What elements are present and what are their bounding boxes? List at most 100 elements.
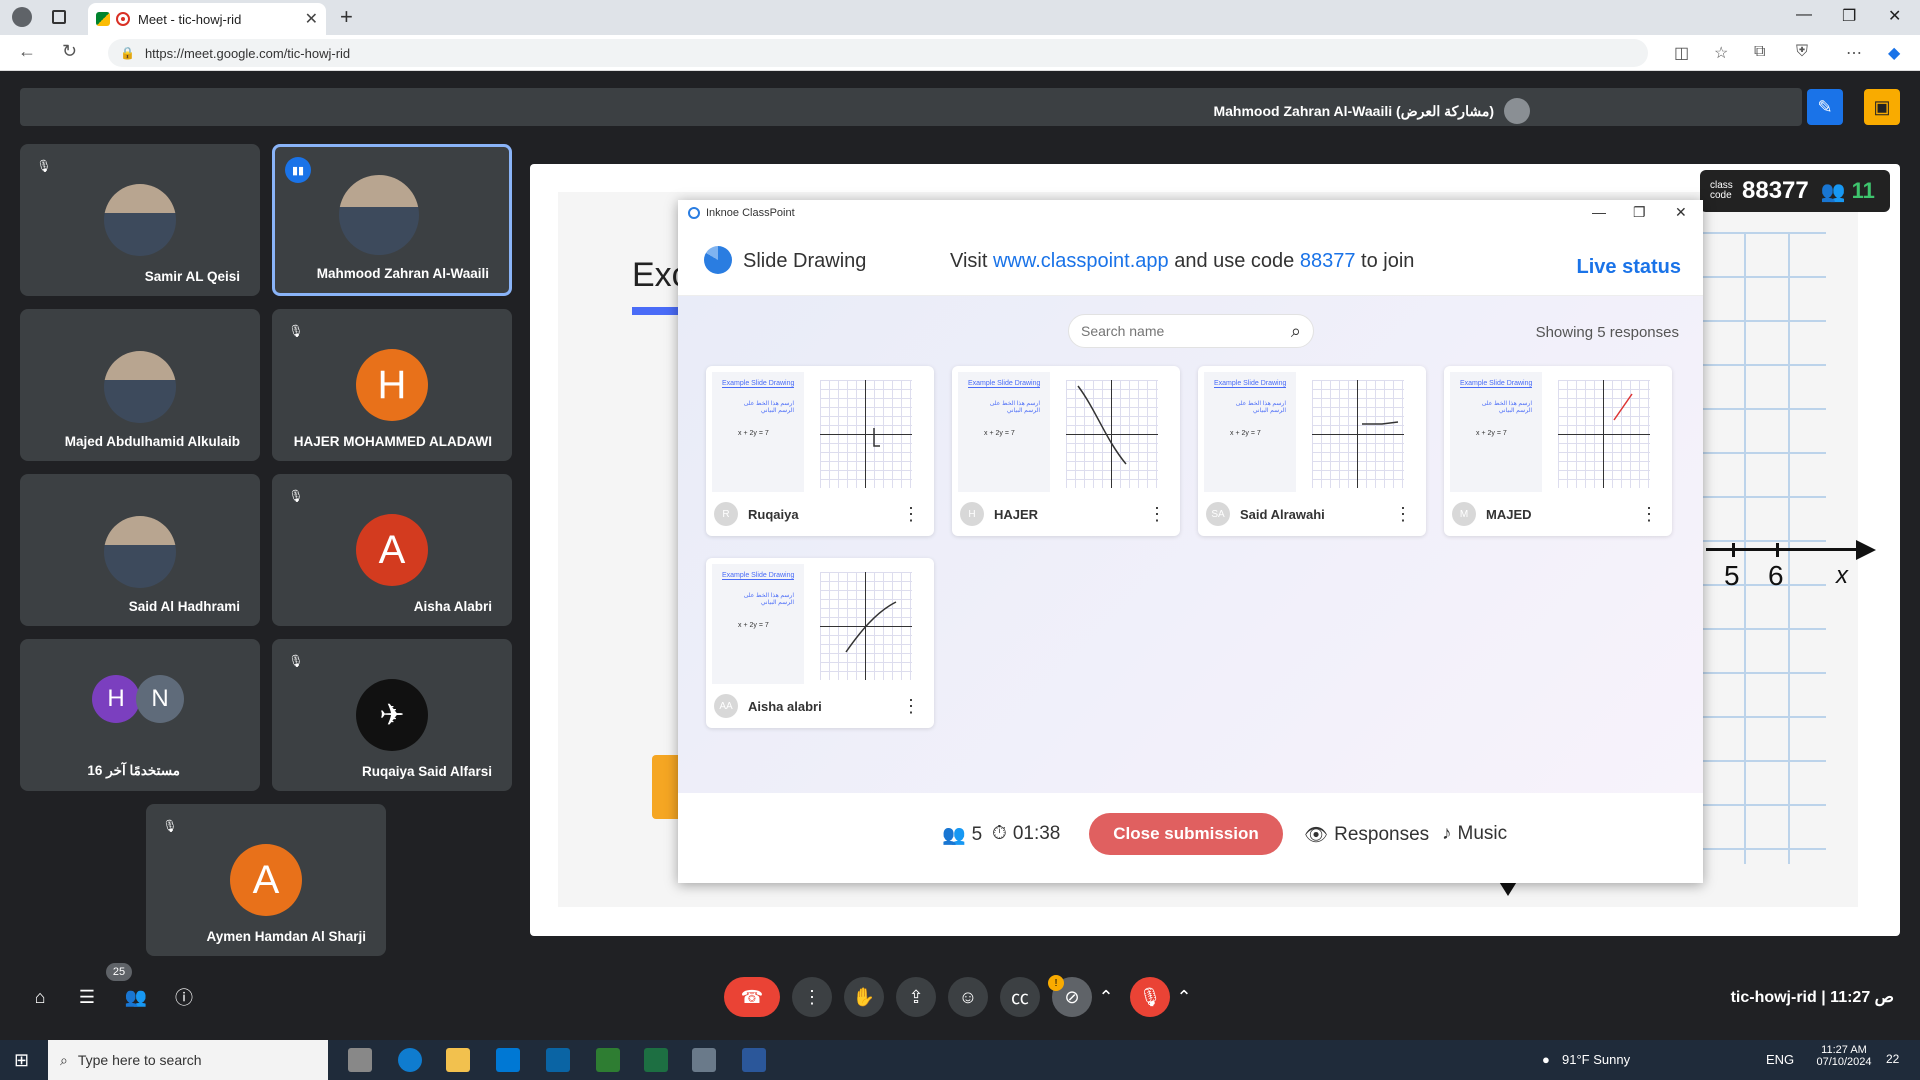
clock-time: 11:27 AM [1821,1044,1867,1056]
responses-area: ⌕ Showing 5 responses Example Slide Draw… [678,296,1703,793]
language-indicator[interactable]: ENG [1766,1052,1794,1067]
drawing-thumbnail[interactable]: Example Slide Drawing ارسم هذا الخط على … [958,372,1174,492]
close-tab-icon[interactable]: ✕ [305,9,318,29]
response-card[interactable]: Example Slide Drawing ارسم هذا الخط على … [1198,366,1426,536]
favorites-icon[interactable]: ☆ [1714,43,1728,63]
stop-presenting-button[interactable]: ▣ [1864,89,1900,125]
classpoint-header: Slide Drawing Visit www.classpoint.app a… [678,226,1703,296]
raise-hand-icon[interactable]: ✋ [844,977,884,1017]
participant-name: Samir AL Qeisi [144,269,240,284]
clock[interactable]: 11:27 AM 07/10/2024 [1812,1044,1876,1068]
drawing-thumbnail[interactable]: Example Slide Drawing ارسم هذا الخط على … [712,564,928,684]
new-tab-button[interactable]: + [340,4,353,30]
split-screen-icon[interactable]: ◫ [1674,43,1689,63]
close-submission-button[interactable]: Close submission [1089,813,1283,855]
drawing-thumbnail[interactable]: Example Slide Drawing ارسم هذا الخط على … [1204,372,1420,492]
response-card[interactable]: Example Slide Drawing ارسم هذا الخط على … [952,366,1180,536]
taskbar-search[interactable]: ⌕ Type here to search [48,1040,328,1080]
close-button[interactable]: ✕ [1675,204,1687,221]
avatar: A [356,514,428,586]
music-toggle[interactable]: ♪ Music [1442,823,1507,845]
participant-tile[interactable]: 🎙 A Aisha Alabri [272,474,512,626]
drawing-thumbnail[interactable]: Example Slide Drawing ارسم هذا الخط على … [1450,372,1666,492]
thumb-instruction: ارسم هذا الخط على الرسم البياني [1235,401,1286,414]
refresh-icon[interactable]: ↻ [62,41,77,62]
join-instructions: Visit www.classpoint.app and use code 88… [950,250,1414,273]
minimize-button[interactable]: — [1796,6,1812,24]
maximize-button[interactable]: ❐ [1633,204,1646,221]
lock-icon[interactable]: 🔒 [120,46,135,60]
camera-options-icon[interactable]: ⌃ [1094,977,1118,1017]
info-icon[interactable]: ⓘ [164,977,204,1017]
store-icon[interactable] [496,1048,520,1072]
activities-icon[interactable]: ⌂ [20,977,60,1017]
chat-icon[interactable]: ☰ [67,977,107,1017]
student-name: MAJED [1486,506,1532,522]
maximize-button[interactable]: ❐ [1842,6,1856,26]
more-vertical-icon[interactable]: ⋮ [1148,504,1166,525]
search-box[interactable]: ⌕ [1068,314,1314,348]
file-explorer-icon[interactable] [446,1048,470,1072]
weather-text[interactable]: 91°F Sunny [1562,1052,1630,1067]
browser-tab-meet[interactable]: Meet - tic-howj-rid ✕ [88,3,326,35]
response-card[interactable]: Example Slide Drawing ارسم هذا الخط على … [706,558,934,728]
app-icon[interactable] [692,1048,716,1072]
others-count: 16 مستخدمًا آخر [87,763,180,778]
excel-icon[interactable] [644,1048,668,1072]
more-vertical-icon[interactable]: ⋮ [1394,504,1412,525]
windows-start-icon[interactable]: ⊞ [14,1050,29,1071]
mic-options-icon[interactable]: ⌃ [1172,977,1196,1017]
participant-tile[interactable]: Majed Abdulhamid Alkulaib [20,309,260,461]
mic-off-button[interactable]: 🎙 [1130,977,1170,1017]
captions-icon[interactable]: ㏄ [1000,977,1040,1017]
more-vertical-icon[interactable]: ⋮ [1640,504,1658,525]
app-icon[interactable] [596,1048,620,1072]
tab-actions-icon[interactable] [52,10,66,24]
avatar: H [92,675,140,723]
extensions-icon[interactable]: ⛨ [1796,43,1808,61]
url-field[interactable]: 🔒 https://meet.google.com/tic-howj-rid [108,39,1648,67]
others-tile[interactable]: H N 16 مستخدمًا آخر [20,639,260,791]
participant-tile-active[interactable]: ▮▮ Mahmood Zahran Al-Waaili [272,144,512,296]
back-icon[interactable]: ← [18,41,36,62]
end-call-button[interactable]: ☎ [724,977,780,1017]
live-status-button[interactable]: Live status [1577,256,1681,279]
responses-toggle[interactable]: 👁 Responses [1304,823,1429,847]
mail-icon[interactable] [546,1048,570,1072]
weather-icon[interactable]: ● [1542,1052,1550,1067]
visit-mid: and use code [1168,250,1300,272]
copilot-icon[interactable]: ◆ [1888,43,1900,63]
participant-tile[interactable]: 🎙 A Aymen Hamdan Al Sharji [146,804,386,956]
music-label: Music [1457,823,1508,844]
edge-icon[interactable] [398,1048,422,1072]
response-card[interactable]: Example Slide Drawing ارسم هذا الخط على … [1444,366,1672,536]
avatar: AA [714,694,738,718]
collections-icon[interactable]: ⧉ [1754,43,1765,61]
annotate-button[interactable]: ✎ [1807,89,1843,125]
response-card[interactable]: Example Slide Drawing ارسم هذا الخط على … [706,366,934,536]
present-screen-icon[interactable]: ⇪ [896,977,936,1017]
search-icon[interactable]: ⌕ [1291,321,1301,342]
search-input[interactable] [1081,323,1291,339]
more-vertical-icon[interactable]: ⋮ [902,696,920,717]
profile-icon[interactable] [12,7,32,27]
word-icon[interactable] [742,1048,766,1072]
close-window-button[interactable]: ✕ [1888,6,1901,26]
participant-tile[interactable]: 🎙 Samir AL Qeisi [20,144,260,296]
emoji-icon[interactable]: ☺ [948,977,988,1017]
axis-tick [1732,543,1735,557]
people-icon: 👥 [942,825,966,846]
people-icon[interactable]: 👥 [116,977,156,1017]
visit-url[interactable]: www.classpoint.app [993,250,1169,272]
notifications-count[interactable]: 22 [1886,1052,1899,1066]
mic-off-icon: 🎙 [36,159,52,173]
participant-tile[interactable]: 🎙 ✈ Ruqaiya Said Alfarsi [272,639,512,791]
drawing-thumbnail[interactable]: Example Slide Drawing ارسم هذا الخط على … [712,372,928,492]
more-vertical-icon[interactable]: ⋮ [902,504,920,525]
participant-tile[interactable]: 🎙 H HAJER MOHAMMED ALADAWI [272,309,512,461]
task-view-icon[interactable] [348,1048,372,1072]
settings-more-icon[interactable]: ⋯ [1846,43,1862,63]
more-options-icon[interactable]: ⋮ [792,977,832,1017]
participant-tile[interactable]: Said Al Hadhrami [20,474,260,626]
minimize-button[interactable]: — [1592,204,1606,220]
